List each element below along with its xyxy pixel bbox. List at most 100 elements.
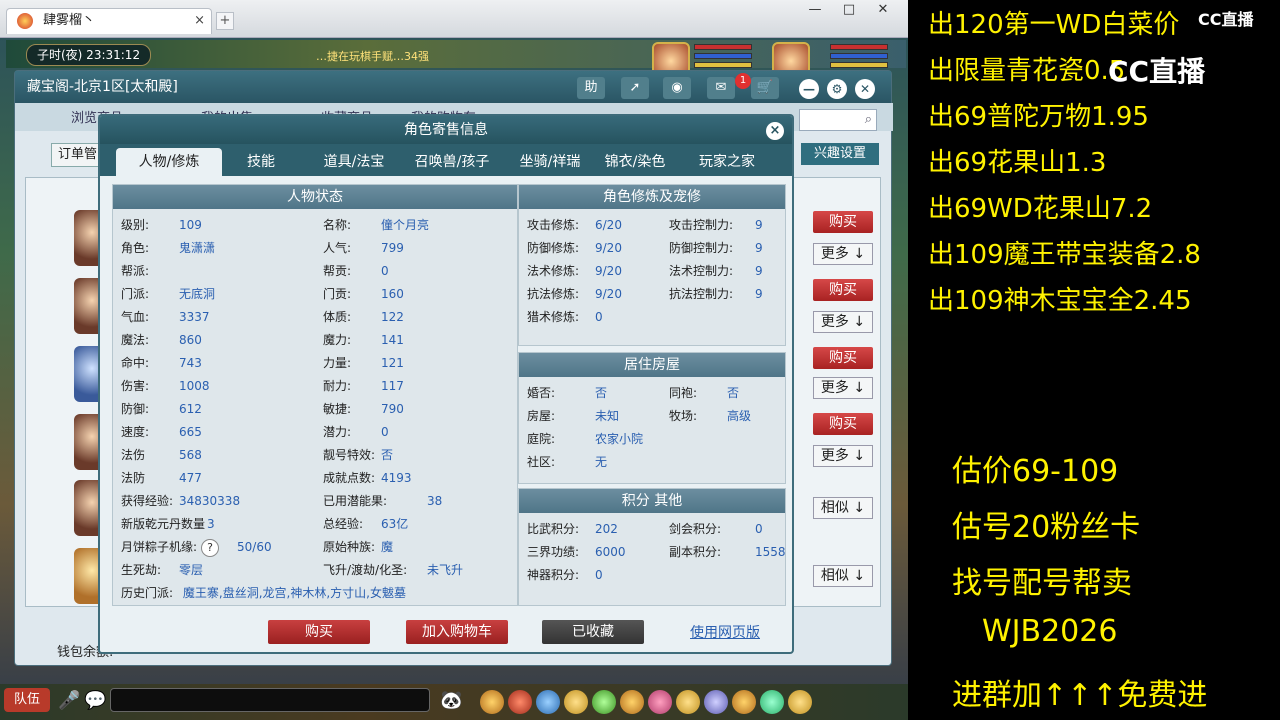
more-button[interactable]: 更多 ↓ [813, 243, 873, 265]
maximize-icon[interactable]: □ [834, 2, 864, 20]
tab-mounts[interactable]: 坐骑/祥瑞 [504, 148, 596, 176]
bag-icon[interactable] [480, 690, 504, 714]
add-to-cart-button[interactable]: 加入购物车 [406, 620, 508, 644]
stat-label: 法伤 [121, 448, 146, 462]
stat-value: 121 [381, 356, 404, 370]
info-value: 无 [595, 455, 608, 469]
info-value: 9/20 [595, 241, 622, 255]
more-button[interactable]: 更多 ↓ [813, 311, 873, 333]
pet-icon[interactable]: 🐼 [440, 690, 462, 711]
stat-value: 34830338 [179, 494, 241, 508]
stat-row: 飞升/渡劫/化圣: 未飞升 [323, 560, 517, 580]
settings-gear-icon[interactable]: ⚙ [827, 79, 847, 99]
house-panel: 居住房屋 婚否: 否 同袍: 否房屋: 未知 牧场: 高级 庭院: 农家小院 社区: 无 [518, 352, 786, 484]
promo-line: 找号配号帮卖 [952, 566, 1132, 601]
favorited-button[interactable]: 已收藏 [542, 620, 644, 644]
buy-button[interactable]: 购买 [813, 347, 873, 369]
info-row: 猎术修炼: 0 [527, 307, 783, 327]
similar-button[interactable]: 相似 ↓ [813, 497, 873, 519]
stat-row: 帮派: [121, 261, 317, 281]
shop-icon[interactable] [620, 690, 644, 714]
stat-row: 已用潜能果: 38 [323, 491, 517, 511]
stat-value: 50/60 [237, 540, 272, 554]
microphone-icon[interactable]: 🎤 [58, 690, 80, 711]
buy-button[interactable]: 购买 [813, 413, 873, 435]
player-mp-bar [830, 53, 888, 59]
close-panel-icon[interactable]: ✕ [855, 79, 875, 99]
stat-row: 耐力: 117 [323, 376, 517, 396]
team-button[interactable]: 队伍 [4, 688, 50, 712]
stat-row: 角色: 鬼潇潇 [121, 238, 317, 258]
history-sect-label: 历史门派: [121, 586, 174, 600]
marquee-text: …捷在玩棋手赋…34强 [316, 50, 429, 63]
game-clock: 子时(夜) 23:31:12 [26, 44, 152, 66]
minimize-panel-icon[interactable]: — [799, 79, 819, 99]
friend-icon[interactable] [592, 690, 616, 714]
tab-skills[interactable]: 技能 [226, 148, 296, 176]
skill-icon[interactable] [536, 690, 560, 714]
tab-home[interactable]: 玩家之家 [680, 148, 774, 176]
sale-line: 出120第一WD白菜价 [928, 10, 1180, 40]
buy-now-button[interactable]: 购买 [268, 620, 370, 644]
cc-logo-small: CC直播 [1198, 6, 1254, 30]
search-icon[interactable]: ⌕ [865, 112, 872, 127]
chat-bubble-icon[interactable]: 💬 [84, 690, 106, 711]
stat-row: 气血: 3337 [121, 307, 317, 327]
stat-row: 体质: 122 [323, 307, 517, 327]
player-hp-bar [830, 44, 888, 50]
record-icon[interactable]: ◉ [663, 77, 691, 99]
info-label: 攻击控制力: [669, 218, 734, 232]
close-dialog-icon[interactable]: × [766, 122, 784, 140]
buy-button[interactable]: 购买 [813, 279, 873, 301]
buy-button[interactable]: 购买 [813, 211, 873, 233]
stat-label: 伤害: [121, 379, 150, 393]
tab-character[interactable]: 人物/修炼 [116, 148, 222, 176]
stat-label: 命中: [121, 356, 150, 370]
task-icon[interactable] [564, 690, 588, 714]
menu-icon[interactable] [788, 690, 812, 714]
stat-row: 法防 477 [121, 468, 317, 488]
system-icon[interactable] [760, 690, 784, 714]
browser-tab[interactable]: 肆雾榴丶 × [6, 8, 212, 34]
close-window-icon[interactable]: ✕ [868, 2, 898, 20]
stat-row: 生死劫: 零层 [121, 560, 317, 580]
more-button[interactable]: 更多 ↓ [813, 377, 873, 399]
event-icon[interactable] [648, 690, 672, 714]
status-panel-title: 人物状态 [113, 185, 517, 209]
smile-icon[interactable] [732, 690, 756, 714]
help-button[interactable]: 助 [577, 77, 605, 99]
similar-button[interactable]: 相似 ↓ [813, 565, 873, 587]
new-tab-button[interactable]: + [216, 12, 234, 30]
stat-label: 生死劫: [121, 563, 162, 577]
guild-icon[interactable] [704, 690, 728, 714]
search-input[interactable]: ⌕ [799, 109, 877, 131]
message-icon[interactable]: ✉ [707, 77, 735, 99]
gift-icon[interactable] [508, 690, 532, 714]
cart-icon[interactable]: 🛒 [751, 77, 779, 99]
tab-items[interactable]: 道具/法宝 [306, 148, 402, 176]
interest-settings-button[interactable]: 兴趣设置 [801, 143, 879, 165]
info-row: 神器积分: 0 [527, 565, 783, 585]
stat-value: 117 [381, 379, 404, 393]
help-question-icon[interactable]: ? [201, 538, 220, 557]
share-icon[interactable]: ➚ [621, 77, 649, 99]
info-label: 防御修炼: [527, 241, 580, 255]
stat-label: 门贡: [323, 287, 352, 301]
info-label: 三界功绩: [527, 545, 580, 559]
info-label: 社区: [527, 455, 556, 469]
info-row: 攻击修炼: 6/20 攻击控制力: 9 [527, 215, 783, 235]
web-version-link[interactable]: 使用网页版 [690, 622, 760, 642]
tab-pets[interactable]: 召唤兽/孩子 [404, 148, 500, 176]
ranking-icon[interactable] [676, 690, 700, 714]
hp-bar [694, 44, 752, 50]
chat-input[interactable] [110, 688, 430, 712]
close-tab-icon[interactable]: × [194, 9, 205, 33]
more-button[interactable]: 更多 ↓ [813, 445, 873, 467]
stat-value: 160 [381, 287, 404, 301]
stat-row: 帮贡: 0 [323, 261, 517, 281]
minimize-icon[interactable]: — [800, 2, 830, 20]
tab-costume[interactable]: 锦衣/染色 [598, 148, 672, 176]
stat-value: 未飞升 [427, 563, 464, 577]
info-label: 婚否: [527, 386, 556, 400]
stat-row: 靓号特效: 否 [323, 445, 517, 465]
